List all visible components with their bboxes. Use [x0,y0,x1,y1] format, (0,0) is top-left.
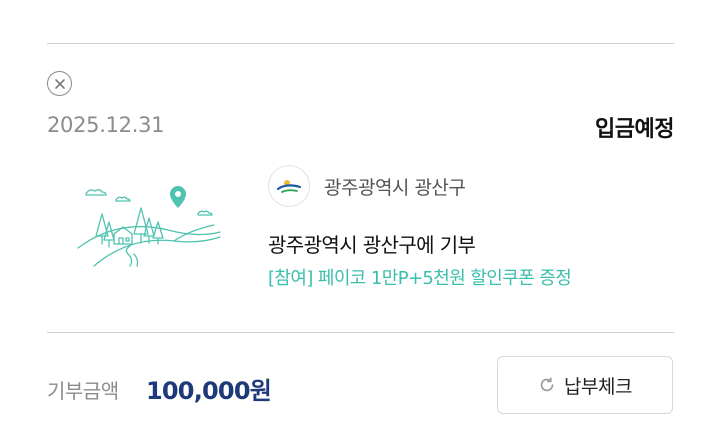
payment-check-button[interactable]: 납부체크 [497,356,673,414]
top-divider [47,43,674,44]
donation-date: 2025.12.31 [47,113,165,137]
organization-name: 광주광역시 광산구 [324,176,466,199]
promotion-text: [참여] 페이코 1만P+5천원 할인쿠폰 증정 [268,268,572,289]
hometown-illustration [77,186,221,267]
donation-title: 광주광역시 광산구에 기부 [268,233,476,257]
status-label: 입금예정 [595,117,674,142]
payment-check-label: 납부체크 [564,375,632,398]
organization-row: 광주광역시 광산구 [268,165,466,207]
organization-logo-icon [268,165,310,207]
amount-value: 100,000원 [146,377,272,405]
refresh-icon [540,377,554,392]
close-icon[interactable] [47,71,72,96]
middle-divider [47,332,674,333]
amount-label: 기부금액 [47,379,119,403]
